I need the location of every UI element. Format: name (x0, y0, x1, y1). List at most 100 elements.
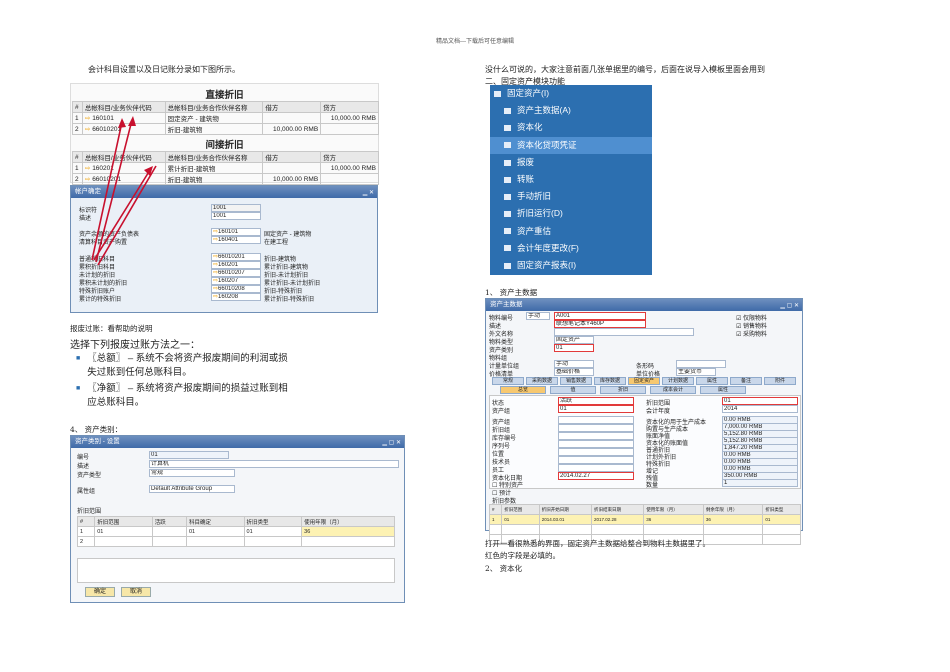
window-controls[interactable]: ▁ ▢ ✕ (780, 300, 799, 312)
table-cell[interactable] (762, 534, 801, 545)
menu-item[interactable]: 资本化 (490, 119, 652, 136)
menu-item[interactable]: 资产主数据(A) (490, 102, 652, 119)
tab[interactable]: 属性 (696, 377, 728, 385)
tab[interactable]: 备注 (730, 377, 762, 385)
table-cell[interactable]: 01 (243, 526, 303, 537)
field-input[interactable]: 2014.02.27 (558, 472, 634, 480)
manual-select[interactable]: 手动 (526, 312, 550, 320)
menu-item[interactable]: 资本化贷项凭证 (490, 136, 652, 154)
type-select[interactable]: 常规 (149, 469, 235, 477)
table-cell[interactable] (94, 536, 153, 547)
table-cell[interactable] (151, 526, 187, 537)
tab[interactable]: 库存数据 (594, 377, 626, 385)
window-controls[interactable]: ▁ ▢ ✕ (382, 437, 401, 449)
item-no-field[interactable]: A001 (554, 312, 646, 320)
checkbox[interactable]: ☑ 采购物料 (736, 329, 767, 338)
table-cell[interactable] (243, 536, 303, 547)
account-code-field[interactable]: ⇨160207 (211, 277, 261, 285)
table-cell[interactable] (702, 534, 764, 545)
desc-field[interactable]: 联想笔记本Y460P (554, 320, 646, 328)
subtab[interactable]: 属性 (700, 386, 746, 394)
table-cell[interactable] (501, 524, 540, 535)
table-cell[interactable]: 36 (702, 514, 764, 525)
table-cell[interactable]: 01 (501, 514, 540, 525)
table-row[interactable]: 1 01 2014.03.01 2017.02.28 36 36 01 (488, 514, 801, 525)
year-select[interactable]: 2014 (722, 405, 798, 413)
table-row[interactable]: 2 (76, 536, 395, 547)
barcode-field[interactable] (676, 360, 726, 368)
table-cell[interactable] (151, 536, 187, 547)
uom-select[interactable]: 手动 (554, 360, 594, 368)
table-cell[interactable] (762, 524, 801, 535)
asset-group-label: 资产组 (492, 409, 511, 415)
table-cell[interactable]: 01 (762, 514, 801, 525)
table-cell[interactable]: 2014.03.01 (538, 514, 593, 525)
class-select[interactable]: 01 (554, 344, 594, 352)
tab[interactable]: 常规 (492, 377, 524, 385)
table-cell[interactable]: 01 (94, 526, 153, 537)
table-cell[interactable] (702, 524, 764, 535)
attr-select[interactable]: Default Attribute Group (149, 485, 235, 493)
menu-item[interactable]: 资产重估 (490, 223, 652, 240)
field-input[interactable] (558, 432, 634, 440)
account-code-field[interactable]: ⇨160201 (211, 261, 261, 269)
code-field[interactable]: 01 (149, 451, 229, 459)
subtab[interactable]: 总览 (500, 386, 546, 394)
status-field[interactable]: 活跃 (558, 397, 634, 405)
account-code-field[interactable]: ⇨160401 (211, 236, 261, 244)
field-input[interactable] (558, 456, 634, 464)
table-cell[interactable]: 1 (488, 514, 503, 525)
table-row[interactable]: 1 01 01 01 36 (76, 526, 395, 537)
tab[interactable]: 固定资产 (628, 377, 660, 385)
account-code-field[interactable]: ⇨160208 (211, 293, 261, 301)
account-code-field[interactable]: ⇨66010208 (211, 285, 261, 293)
account-code-field[interactable]: ⇨66010207 (211, 269, 261, 277)
table-cell[interactable] (185, 536, 245, 547)
menu-item[interactable]: 转账 (490, 171, 652, 188)
tab[interactable]: 附件 (764, 377, 796, 385)
type-select[interactable]: 固定资产 (554, 336, 594, 344)
desc-field[interactable]: 计算机 (149, 460, 399, 468)
table-cell[interactable]: 2017.02.28 (591, 514, 645, 525)
table-cell[interactable]: 36 (301, 526, 395, 537)
menu-item[interactable]: 会计年度更改(F) (490, 240, 652, 257)
price-list-select[interactable]: 基础价格 (554, 368, 594, 376)
menu-item[interactable]: 手动折旧 (490, 188, 652, 205)
field-input[interactable] (558, 448, 634, 456)
field-input[interactable] (558, 440, 634, 448)
table-row[interactable] (488, 524, 801, 535)
asset-group-field[interactable]: 01 (558, 405, 634, 413)
menu-item[interactable]: 固定资产(I) (490, 85, 652, 102)
table-cell[interactable] (488, 524, 503, 535)
menu-item[interactable]: 固定资产报表(I) (490, 257, 652, 274)
table-cell[interactable] (591, 524, 645, 535)
account-code-field[interactable]: ⇨160101 (211, 228, 261, 236)
tab[interactable]: 计划数据 (662, 377, 694, 385)
tab[interactable]: 采购数据 (526, 377, 558, 385)
field-input[interactable] (558, 464, 634, 472)
table-cell[interactable]: 2 (76, 536, 96, 547)
table-cell[interactable]: 01 (185, 526, 245, 537)
subtab[interactable]: 值 (550, 386, 596, 394)
account-code-field[interactable]: 1001 (211, 212, 261, 220)
currency-select[interactable]: 主要货币 (676, 368, 716, 376)
table-cell[interactable] (538, 524, 593, 535)
account-code-field[interactable]: 1001 (211, 204, 261, 212)
foreign-name-field[interactable] (554, 328, 694, 336)
subtab[interactable]: 成本会计 (650, 386, 696, 394)
table-cell[interactable]: 36 (643, 514, 704, 525)
ok-button[interactable]: 确定 (85, 587, 115, 597)
acct-select[interactable]: 01 (722, 397, 798, 405)
menu-item[interactable]: 折旧运行(D) (490, 205, 652, 222)
field-input[interactable] (558, 416, 634, 424)
account-code-field[interactable]: ⇨66010201 (211, 253, 261, 261)
window-controls[interactable]: ▁ ✕ (363, 187, 374, 199)
tab[interactable]: 销售数据 (560, 377, 592, 385)
table-cell[interactable]: 1 (76, 526, 96, 537)
field-input[interactable] (558, 424, 634, 432)
table-cell[interactable] (301, 536, 395, 547)
menu-item[interactable]: 报废 (490, 154, 652, 171)
subtab[interactable]: 折旧 (600, 386, 646, 394)
table-cell[interactable] (643, 524, 704, 535)
cancel-button[interactable]: 取消 (121, 587, 151, 597)
